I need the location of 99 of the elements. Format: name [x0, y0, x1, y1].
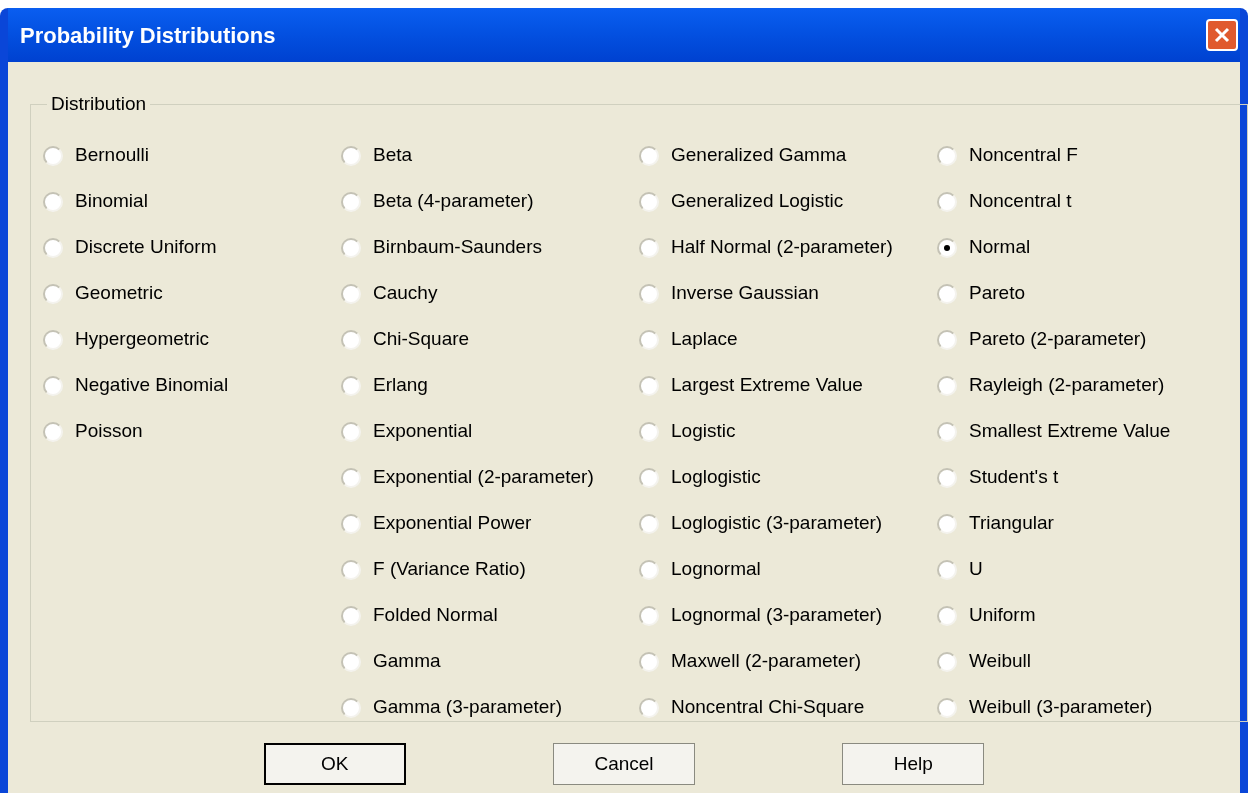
- close-icon: [1212, 25, 1232, 45]
- radio-button[interactable]: [937, 283, 957, 304]
- radio-option[interactable]: Uniform: [937, 592, 1235, 639]
- radio-button[interactable]: [639, 559, 659, 580]
- radio-option[interactable]: Half Normal (2-parameter): [639, 224, 937, 271]
- radio-button[interactable]: [43, 283, 63, 304]
- radio-button[interactable]: [937, 697, 957, 718]
- radio-button[interactable]: [341, 375, 361, 396]
- radio-button[interactable]: [639, 191, 659, 212]
- radio-button[interactable]: [639, 145, 659, 166]
- radio-button[interactable]: [43, 375, 63, 396]
- radio-button[interactable]: [341, 421, 361, 442]
- radio-button[interactable]: [639, 237, 659, 258]
- radio-option[interactable]: Bernoulli: [43, 132, 341, 179]
- radio-option[interactable]: Student's t: [937, 454, 1235, 501]
- radio-option[interactable]: Inverse Gaussian: [639, 270, 937, 317]
- radio-button[interactable]: [639, 329, 659, 350]
- radio-button[interactable]: [341, 191, 361, 212]
- radio-button[interactable]: [639, 421, 659, 442]
- radio-option[interactable]: Lognormal (3-parameter): [639, 592, 937, 639]
- radio-option[interactable]: Gamma (3-parameter): [341, 684, 639, 731]
- radio-button[interactable]: [639, 375, 659, 396]
- radio-option[interactable]: Hypergeometric: [43, 316, 341, 363]
- radio-button[interactable]: [341, 559, 361, 580]
- radio-option[interactable]: Maxwell (2-parameter): [639, 638, 937, 685]
- radio-option[interactable]: Erlang: [341, 362, 639, 409]
- radio-option[interactable]: Laplace: [639, 316, 937, 363]
- radio-button[interactable]: [341, 651, 361, 672]
- radio-option[interactable]: Exponential: [341, 408, 639, 455]
- dialog-button[interactable]: Help: [842, 743, 985, 785]
- radio-option[interactable]: Exponential Power: [341, 500, 639, 547]
- radio-option[interactable]: Beta (4-parameter): [341, 178, 639, 225]
- radio-option[interactable]: Generalized Logistic: [639, 178, 937, 225]
- radio-option[interactable]: Triangular: [937, 500, 1235, 547]
- radio-option[interactable]: Binomial: [43, 178, 341, 225]
- radio-button[interactable]: [43, 145, 63, 166]
- radio-option[interactable]: Discrete Uniform: [43, 224, 341, 271]
- dialog-button[interactable]: OK: [263, 743, 406, 785]
- radio-option[interactable]: Folded Normal: [341, 592, 639, 639]
- radio-button[interactable]: [639, 651, 659, 672]
- dialog-button[interactable]: Cancel: [553, 743, 695, 785]
- radio-option[interactable]: Weibull: [937, 638, 1235, 685]
- radio-option[interactable]: Smallest Extreme Value: [937, 408, 1235, 455]
- radio-button[interactable]: [639, 467, 659, 488]
- radio-option[interactable]: Noncentral F: [937, 132, 1235, 179]
- radio-button[interactable]: [341, 237, 361, 258]
- radio-button[interactable]: [43, 421, 63, 442]
- radio-button[interactable]: [937, 559, 957, 580]
- radio-button[interactable]: [341, 513, 361, 534]
- radio-button[interactable]: [937, 375, 957, 396]
- radio-button[interactable]: [937, 191, 957, 212]
- radio-button[interactable]: [341, 697, 361, 718]
- radio-button[interactable]: [341, 145, 361, 166]
- radio-button[interactable]: [937, 237, 957, 258]
- radio-button[interactable]: [639, 605, 659, 626]
- radio-option[interactable]: Gamma: [341, 638, 639, 685]
- radio-option[interactable]: F (Variance Ratio): [341, 546, 639, 593]
- radio-button[interactable]: [639, 283, 659, 304]
- radio-option[interactable]: Lognormal: [639, 546, 937, 593]
- radio-button[interactable]: [937, 145, 957, 166]
- radio-option[interactable]: Beta: [341, 132, 639, 179]
- radio-option[interactable]: Negative Binomial: [43, 362, 341, 409]
- radio-option[interactable]: Rayleigh (2-parameter): [937, 362, 1235, 409]
- radio-button[interactable]: [341, 605, 361, 626]
- radio-button[interactable]: [43, 329, 63, 350]
- radio-button[interactable]: [937, 513, 957, 534]
- group-label: Distribution: [50, 92, 148, 116]
- window-title: Probability Distributions: [20, 21, 276, 50]
- radio-button[interactable]: [341, 329, 361, 350]
- radio-button[interactable]: [937, 329, 957, 350]
- radio-button[interactable]: [341, 283, 361, 304]
- radio-option[interactable]: Exponential (2-parameter): [341, 454, 639, 501]
- radio-option[interactable]: Geometric: [43, 270, 341, 317]
- radio-option[interactable]: Birnbaum-Saunders: [341, 224, 639, 271]
- radio-button[interactable]: [937, 421, 957, 442]
- radio-button[interactable]: [937, 651, 957, 672]
- radio-button[interactable]: [639, 513, 659, 534]
- radio-button[interactable]: [937, 467, 957, 488]
- radio-option[interactable]: Weibull (3-parameter): [937, 684, 1235, 731]
- radio-button[interactable]: [43, 191, 63, 212]
- radio-option[interactable]: Noncentral t: [937, 178, 1235, 225]
- radio-option[interactable]: Loglogistic (3-parameter): [639, 500, 937, 547]
- radio-option[interactable]: Pareto: [937, 270, 1235, 317]
- radio-option[interactable]: Normal: [937, 224, 1235, 271]
- radio-option[interactable]: Generalized Gamma: [639, 132, 937, 179]
- radio-button[interactable]: [43, 237, 63, 258]
- radio-option[interactable]: Logistic: [639, 408, 937, 455]
- radio-button[interactable]: [639, 697, 659, 718]
- radio-option[interactable]: U: [937, 546, 1235, 593]
- radio-option[interactable]: Noncentral Chi-Square: [639, 684, 937, 731]
- radio-button[interactable]: [341, 467, 361, 488]
- radio-option[interactable]: Pareto (2-parameter): [937, 316, 1235, 363]
- radio-option[interactable]: Chi-Square: [341, 316, 639, 363]
- radio-option[interactable]: Cauchy: [341, 270, 639, 317]
- radio-option[interactable]: Loglogistic: [639, 454, 937, 501]
- close-button[interactable]: [1206, 19, 1238, 51]
- radio-option[interactable]: Poisson: [43, 408, 341, 455]
- radio-option[interactable]: Largest Extreme Value: [639, 362, 937, 409]
- radio-button[interactable]: [937, 605, 957, 626]
